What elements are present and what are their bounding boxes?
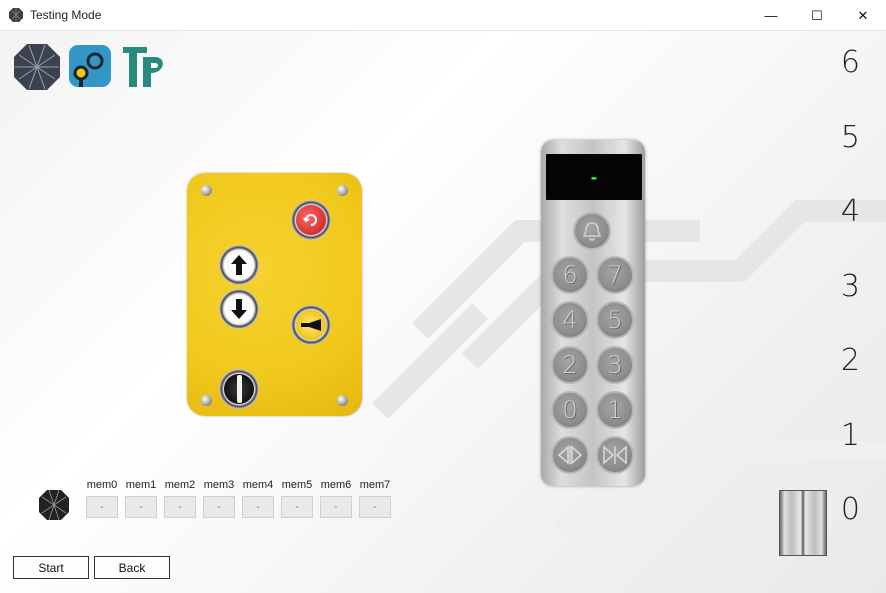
mem0-value: - xyxy=(86,496,118,518)
client-area: 6 5 4 3 2 1 0 - 6 7 4 5 2 3 0 1 mem0 - m… xyxy=(0,31,886,593)
mem4-value: - xyxy=(242,496,274,518)
floor-label-2: 2 xyxy=(840,343,860,378)
screw-icon xyxy=(201,395,212,406)
mem2-value: - xyxy=(164,496,196,518)
floor-label-5: 5 xyxy=(840,120,860,155)
car-operating-panel: - 6 7 4 5 2 3 0 1 xyxy=(541,140,645,486)
floor-label-1: 1 xyxy=(840,418,860,453)
mem5-label: mem5 xyxy=(281,479,313,491)
floor-button-1[interactable]: 1 xyxy=(596,391,634,429)
mem6-value: - xyxy=(320,496,352,518)
maximize-button[interactable]: ☐ xyxy=(794,0,840,31)
logo-bar xyxy=(13,43,169,91)
octagon-logo xyxy=(14,44,60,90)
mem2-label: mem2 xyxy=(164,479,196,491)
mem1-cell: mem1 - xyxy=(125,479,157,518)
alarm-button[interactable] xyxy=(573,212,611,250)
up-arrow-button[interactable] xyxy=(219,245,259,285)
mem1-value: - xyxy=(125,496,157,518)
mem7-value: - xyxy=(359,496,391,518)
reset-icon xyxy=(303,214,317,226)
floor-display-text: - xyxy=(589,167,599,187)
door-open-icon xyxy=(557,445,583,465)
floor-label-4: 4 xyxy=(840,194,860,229)
close-button[interactable]: ✕ xyxy=(840,0,886,31)
door-close-button[interactable] xyxy=(596,436,634,474)
mem2-cell: mem2 - xyxy=(164,479,196,518)
door-close-icon xyxy=(603,445,627,465)
floor-button-4[interactable]: 4 xyxy=(551,301,589,339)
floor-button-3[interactable]: 3 xyxy=(596,346,634,384)
app-icon xyxy=(9,8,23,22)
back-button[interactable]: Back xyxy=(94,556,170,579)
mem6-cell: mem6 - xyxy=(320,479,352,518)
screw-icon xyxy=(201,185,212,196)
mem7-cell: mem7 - xyxy=(359,479,391,518)
door-open-button[interactable] xyxy=(551,436,589,474)
down-arrow-icon xyxy=(231,299,247,319)
mem5-cell: mem5 - xyxy=(281,479,313,518)
key-slot-icon xyxy=(236,375,242,403)
floor-button-6[interactable]: 6 xyxy=(551,256,589,294)
window-title: Testing Mode xyxy=(30,8,102,22)
mem0-cell: mem0 - xyxy=(86,479,118,518)
floor-label-0: 0 xyxy=(840,492,860,527)
title-bar: Testing Mode — ☐ ✕ xyxy=(0,0,886,31)
mem3-label: mem3 xyxy=(203,479,235,491)
mem4-cell: mem4 - xyxy=(242,479,274,518)
horn-icon xyxy=(301,319,321,331)
minimize-button[interactable]: — xyxy=(748,0,794,31)
mem3-value: - xyxy=(203,496,235,518)
key-switch[interactable] xyxy=(219,369,259,409)
reset-button[interactable] xyxy=(291,200,331,240)
mem3-cell: mem3 - xyxy=(203,479,235,518)
tp-logo xyxy=(123,47,163,87)
floor-button-5[interactable]: 5 xyxy=(596,301,634,339)
screw-icon xyxy=(337,185,348,196)
mem0-label: mem0 xyxy=(86,479,118,491)
floor-label-6: 6 xyxy=(840,45,860,80)
floor-button-7[interactable]: 7 xyxy=(596,256,634,294)
bell-icon xyxy=(582,222,602,241)
key-logo xyxy=(69,45,111,87)
octagon-logo xyxy=(39,489,69,521)
mem4-label: mem4 xyxy=(242,479,274,491)
floor-label-3: 3 xyxy=(840,269,860,304)
horn-button[interactable] xyxy=(291,305,331,345)
down-arrow-button[interactable] xyxy=(219,289,259,329)
elevator-door xyxy=(779,490,827,556)
floor-button-0[interactable]: 0 xyxy=(551,391,589,429)
start-button[interactable]: Start xyxy=(13,556,89,579)
mem1-label: mem1 xyxy=(125,479,157,491)
maintenance-control-panel xyxy=(187,173,362,416)
mem5-value: - xyxy=(281,496,313,518)
mem6-label: mem6 xyxy=(320,479,352,491)
mem7-label: mem7 xyxy=(359,479,391,491)
up-arrow-icon xyxy=(231,255,247,275)
screw-icon xyxy=(337,395,348,406)
floor-display: - xyxy=(546,154,642,200)
floor-button-2[interactable]: 2 xyxy=(551,346,589,384)
